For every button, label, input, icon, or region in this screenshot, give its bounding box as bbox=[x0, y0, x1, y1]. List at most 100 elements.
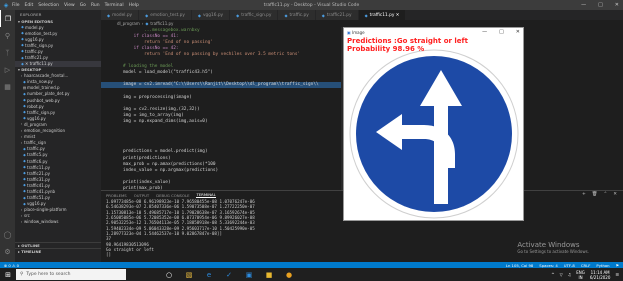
status-item[interactable]: ⚑ bbox=[616, 263, 619, 268]
search-icon: ⚲ bbox=[20, 272, 24, 277]
file-tree-label: traffic_sign bbox=[24, 140, 46, 146]
minimize-button[interactable]: — bbox=[581, 2, 586, 8]
store-icon[interactable]: ▣ bbox=[244, 271, 254, 279]
windows-taskbar: ⊞ ⚲ Type here to search ○ ▧ e ✓ ▣ ■ ● ^ … bbox=[0, 268, 623, 281]
timeline-section[interactable]: ▸ TIMELINE bbox=[15, 248, 101, 254]
close-button[interactable]: ✕ bbox=[615, 2, 619, 8]
vscode-icon[interactable]: ✓ bbox=[224, 271, 234, 279]
tab-emotion_test[interactable]: ◆ emotion_test.py bbox=[139, 10, 192, 20]
image-minimize-button[interactable]: — bbox=[482, 29, 487, 35]
status-item[interactable]: UTF-8 bbox=[564, 263, 575, 268]
file-tree-label: model_trained.p bbox=[27, 85, 60, 91]
open-editor-label: traffic.py bbox=[25, 48, 43, 54]
file-tree-label: dl_program bbox=[24, 121, 47, 127]
code-text: img = np.expand_dims(img,axis=0) bbox=[123, 118, 208, 124]
search-icon[interactable]: ⚲ bbox=[0, 27, 15, 44]
lang-text: ENG bbox=[576, 269, 585, 275]
panel-tab-terminal[interactable]: TERMINAL bbox=[196, 192, 216, 198]
gear-icon[interactable]: ⚙ bbox=[0, 243, 15, 260]
code-text: predictions = model.predict(img) bbox=[123, 149, 208, 155]
menu-item-terminal[interactable]: Terminal bbox=[105, 3, 124, 8]
file-tree-label: traffic41.py bbox=[27, 182, 50, 188]
wifi-icon[interactable]: ▽ bbox=[560, 272, 563, 277]
python-file-icon: ◆ bbox=[145, 21, 149, 26]
code-text: img = cv2.resize(img,(32,32)) bbox=[123, 106, 200, 112]
file-tree-item[interactable]: › window_windows bbox=[15, 219, 101, 225]
tab-traffic21[interactable]: ◆ traffic21.py bbox=[315, 10, 359, 20]
code-line[interactable]: image = cv2.imread("C:\\Users\\Ranjit\\D… bbox=[101, 81, 341, 88]
status-item[interactable]: Spaces: 4 bbox=[539, 263, 557, 268]
menu-item-go[interactable]: Go bbox=[80, 3, 86, 8]
file-tree-label: insta_now.py bbox=[27, 79, 53, 85]
menu-item-edit[interactable]: Edit bbox=[25, 3, 34, 8]
code-text: img = img_to_array(img) bbox=[123, 112, 184, 118]
tray-chevron-icon[interactable]: ^ bbox=[551, 272, 554, 277]
extensions-icon[interactable]: ▦ bbox=[0, 78, 15, 95]
file-tree-label: vgg16.py bbox=[27, 115, 46, 121]
windows-start-icon[interactable]: ⊞ bbox=[0, 271, 16, 279]
open-editor-label: ✕ traffic11.py bbox=[25, 61, 53, 67]
file-tree-label: emotion_recognition bbox=[24, 128, 65, 134]
file-tree-label: traffic11.py bbox=[27, 164, 50, 170]
prediction-overlay: Predictions :Go straight or left Probabi… bbox=[347, 37, 468, 53]
code-text: model = load_model("traffic43.h5") bbox=[123, 70, 213, 76]
menu-item-help[interactable]: Help bbox=[129, 3, 139, 8]
open-editor-label: vgg16.py bbox=[25, 36, 44, 42]
open-editor-label: traffic21.py bbox=[25, 55, 48, 61]
open-editors-list: ◆ model.py ◆ emotion_test.py ◆ vgg16.py ◆ traff… bbox=[15, 24, 101, 67]
status-right: Ln 105, Col 98 Spaces: 4 UTF-8 CRLF Python ⚑ bbox=[506, 263, 619, 268]
file-tree-label: window_windows bbox=[24, 219, 59, 225]
tab-traffic[interactable]: ◆ traffic.py bbox=[278, 10, 316, 20]
source-control-icon[interactable]: ᛉ bbox=[0, 44, 15, 61]
menu-item-view[interactable]: View bbox=[64, 3, 75, 8]
image-close-button[interactable]: ✕ bbox=[516, 29, 520, 35]
maximize-panel-button[interactable]: ⌃ bbox=[603, 192, 607, 197]
run-debug-icon[interactable]: ▷ bbox=[0, 61, 15, 78]
account-icon[interactable]: ◯ bbox=[0, 226, 15, 243]
tab-traffic_sign[interactable]: ◆ traffic_sign.py bbox=[230, 10, 279, 20]
clock[interactable]: 11:14 AM 6/21/2020 bbox=[590, 270, 611, 280]
chrome-icon[interactable]: ● bbox=[284, 271, 294, 279]
panel-tab-problems[interactable]: PROBLEMS bbox=[106, 193, 127, 198]
activate-windows-watermark: Activate Windows Go to Settings to activ… bbox=[517, 241, 589, 254]
panel-tab-debug-console[interactable]: DEBUG CONSOLE bbox=[156, 193, 189, 198]
code-text: return 'End of no passing by vechiles ov… bbox=[123, 51, 301, 57]
status-item[interactable]: Ln 105, Col 98 bbox=[506, 263, 533, 268]
tab-traffic11[interactable]: ◆ traffic11.py ✕ bbox=[358, 10, 407, 20]
notification-icon[interactable]: ☰ bbox=[615, 272, 619, 277]
taskbar-search[interactable]: ⚲ Type here to search bbox=[16, 269, 126, 280]
task-view-icon[interactable]: ○ bbox=[164, 271, 174, 279]
open-editor-label: model.py bbox=[25, 24, 44, 30]
breadcrumb-folder[interactable]: dl_program bbox=[117, 21, 140, 26]
breadcrumb-file[interactable]: traffic11.py bbox=[150, 21, 173, 26]
menu-item-run[interactable]: Run bbox=[91, 3, 100, 8]
new-terminal-button[interactable]: + bbox=[582, 192, 586, 197]
file-explorer-icon[interactable]: ▧ bbox=[184, 271, 194, 279]
language-indicator[interactable]: ENG IN bbox=[576, 270, 585, 280]
status-item[interactable]: CRLF bbox=[581, 263, 591, 268]
image-maximize-button[interactable]: □ bbox=[499, 29, 504, 35]
tab-model[interactable]: ◆ model.py bbox=[101, 10, 140, 20]
taskbar-apps: ○ ▧ e ✓ ▣ ■ ● bbox=[164, 271, 294, 279]
menu-item-selection[interactable]: Selection bbox=[38, 3, 59, 8]
files-icon[interactable]: ❐ bbox=[0, 10, 15, 27]
tab-vgg16[interactable]: ◆ vgg16.py bbox=[191, 10, 231, 20]
probability-text: Probability 98.96 % bbox=[347, 45, 425, 53]
edge-icon[interactable]: e bbox=[204, 271, 214, 279]
menu-item-file[interactable]: File bbox=[12, 3, 20, 8]
tab-label: traffic21.py bbox=[326, 12, 352, 18]
volume-icon[interactable]: ♫ bbox=[568, 272, 572, 277]
file-tree-label: haarcascade_frontal... bbox=[24, 73, 69, 79]
maximize-button[interactable]: □ bbox=[598, 2, 603, 8]
folder-icon[interactable]: ■ bbox=[264, 271, 274, 279]
close-panel-button[interactable]: ✕ bbox=[613, 192, 617, 197]
file-tree: › haarcascade_frontal... ◆ insta_now.py ▤ mod… bbox=[15, 73, 101, 225]
code-editor[interactable]: ...messagebox.warnbxy if classNo == 41: … bbox=[101, 27, 341, 190]
panel-tab-output[interactable]: OUTPUT bbox=[134, 193, 149, 198]
tab-label: traffic_sign.py bbox=[241, 12, 272, 18]
problems-status[interactable]: ⊗ 0 ⚠ 0 bbox=[0, 263, 19, 268]
status-item[interactable]: Python bbox=[596, 263, 609, 268]
kill-terminal-button[interactable]: 🗑 bbox=[592, 192, 598, 197]
watermark-title: Activate Windows bbox=[517, 241, 580, 249]
code-text: max_prob = np.amax(predictions)*100 bbox=[123, 161, 216, 167]
